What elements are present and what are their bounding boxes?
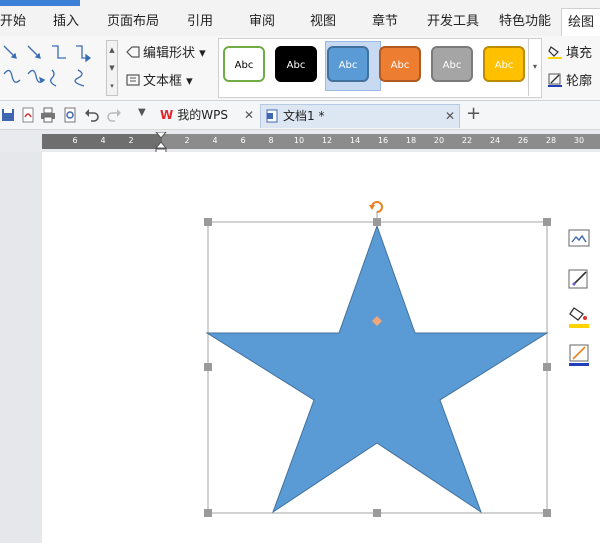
resize-handle-nw[interactable] [204, 218, 212, 226]
resize-handle-s[interactable] [373, 509, 381, 517]
resize-handle-n[interactable] [373, 218, 381, 226]
resize-handle-sw[interactable] [204, 509, 212, 517]
resize-handle-se[interactable] [543, 509, 551, 517]
shape-layer [204, 201, 551, 517]
layout-options-icon[interactable] [566, 226, 592, 252]
rotate-handle-icon[interactable] [369, 201, 383, 213]
resize-handle-ne[interactable] [543, 218, 551, 226]
fill-color-icon[interactable] [566, 304, 592, 330]
resize-handle-w[interactable] [204, 363, 212, 371]
shape-edit-icon[interactable] [566, 266, 592, 292]
star-shape[interactable] [205, 224, 549, 514]
resize-handle-e[interactable] [543, 363, 551, 371]
outline-color-icon[interactable] [566, 342, 592, 368]
